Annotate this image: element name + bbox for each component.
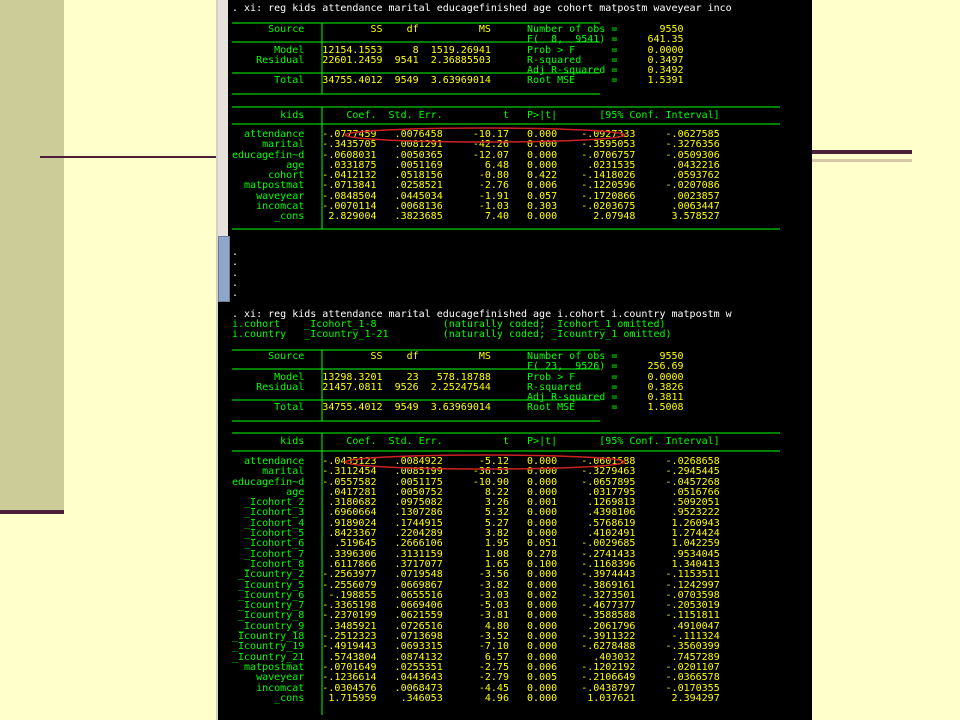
table-rules-1	[232, 22, 780, 230]
highlight-oval-2	[344, 454, 626, 470]
table-rules-2	[232, 349, 780, 715]
annotation-layer	[232, 22, 780, 715]
highlight-oval-1	[344, 127, 626, 143]
